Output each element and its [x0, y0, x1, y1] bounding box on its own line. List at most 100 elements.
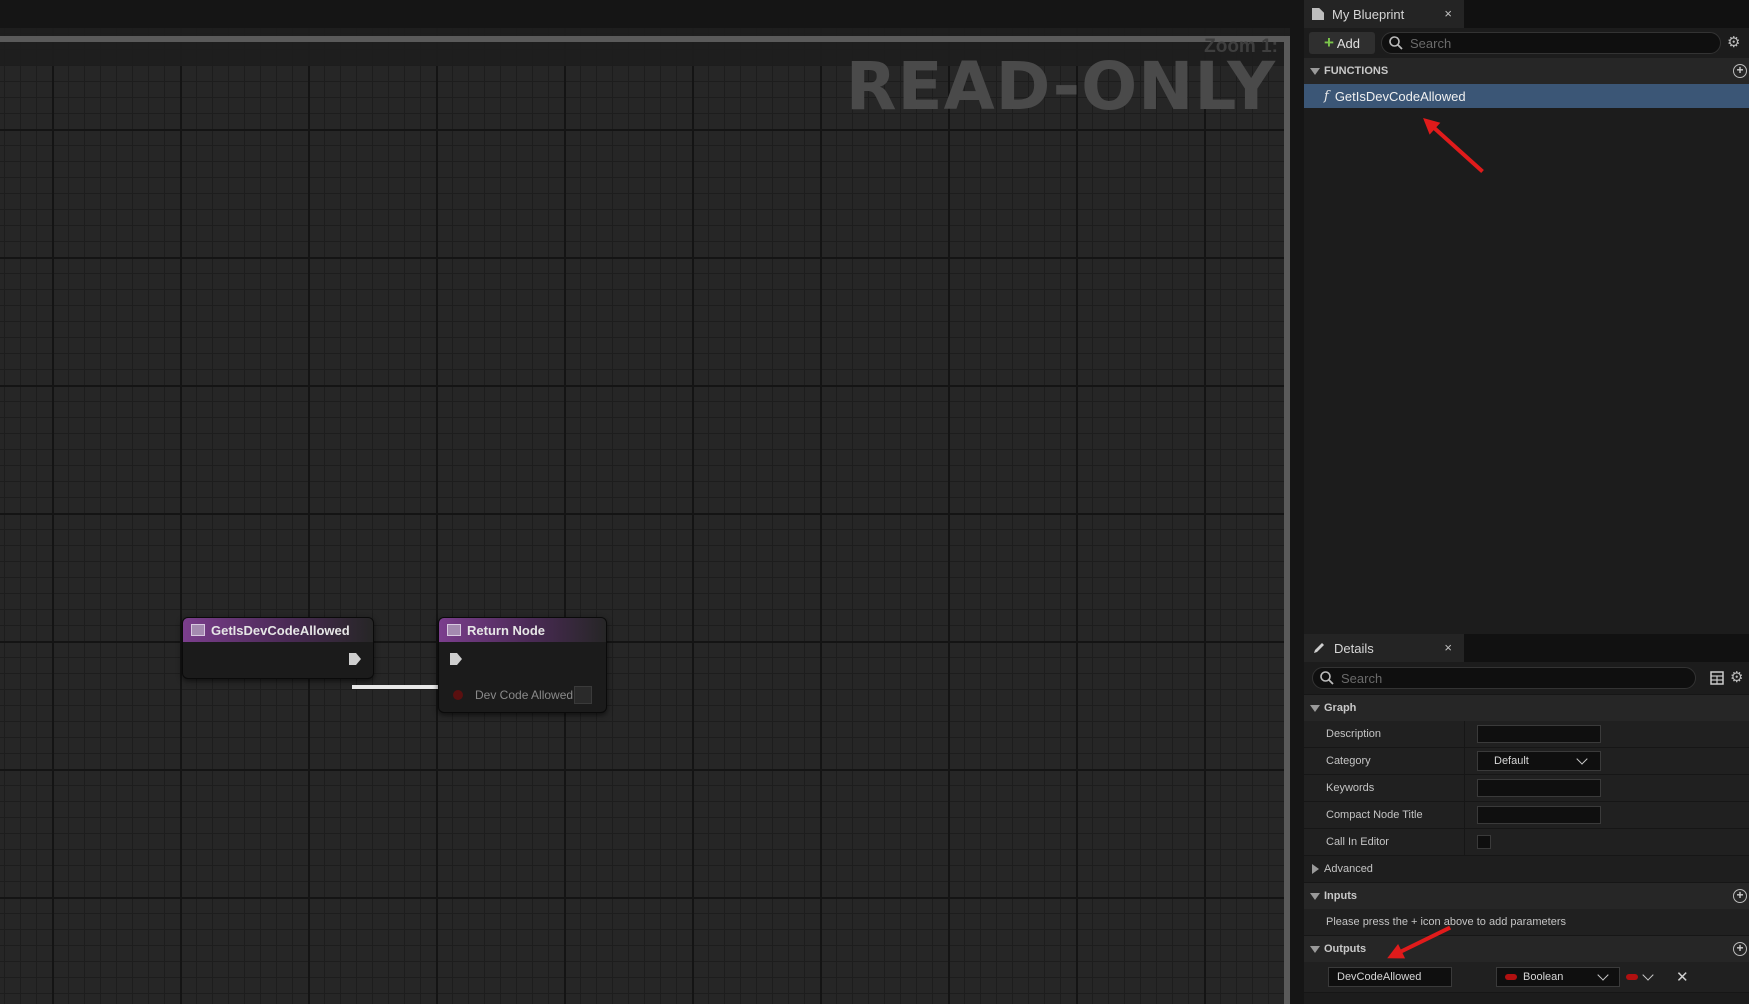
- add-button[interactable]: + Add: [1309, 32, 1375, 54]
- node-header: GetIsDevCodeAllowed: [183, 618, 373, 642]
- description-label: Description: [1326, 728, 1382, 740]
- divider: [1464, 748, 1465, 774]
- section-label: Outputs: [1324, 943, 1367, 955]
- chevron-down-icon: [1597, 969, 1609, 981]
- tab-details[interactable]: Details ×: [1304, 634, 1464, 662]
- chevron-down-icon: [1642, 969, 1654, 981]
- details-search[interactable]: [1312, 667, 1696, 689]
- collapse-caret-icon: [1310, 704, 1320, 712]
- close-icon[interactable]: ×: [1444, 6, 1452, 21]
- output-type-dropdown[interactable]: Boolean: [1496, 967, 1620, 987]
- collapse-caret-icon: [1310, 945, 1320, 953]
- search-input[interactable]: [1408, 34, 1720, 52]
- divider: [1464, 802, 1465, 828]
- boolean-pin-icon: [1505, 974, 1517, 980]
- divider: [1464, 829, 1465, 855]
- function-node-icon: [191, 624, 205, 636]
- my-blueprint-tabbar: My Blueprint ×: [1304, 0, 1749, 28]
- tab-my-blueprint[interactable]: My Blueprint ×: [1304, 0, 1464, 28]
- category-value: Default: [1494, 755, 1529, 767]
- my-blueprint-body: [1304, 108, 1749, 634]
- collapse-caret-icon: [1310, 892, 1320, 900]
- return-node[interactable]: Return Node Dev Code Allowed: [438, 617, 607, 713]
- boolean-pin-icon[interactable]: [453, 690, 463, 700]
- graph-editor[interactable]: Zoom 1: READ-ONLY GetIsDevCodeAllowed Re…: [0, 28, 1290, 1004]
- inputs-section-header[interactable]: Inputs +: [1304, 883, 1749, 909]
- function-icon: f: [1324, 88, 1329, 104]
- call-in-editor-row: Call In Editor: [1304, 829, 1749, 856]
- output-name-field[interactable]: DevCodeAllowed: [1328, 967, 1452, 987]
- collapse-caret-icon: [1310, 67, 1320, 75]
- plus-icon: +: [1323, 33, 1334, 52]
- functions-section-header[interactable]: FUNCTIONS +: [1304, 58, 1749, 84]
- expand-caret-icon: [1312, 864, 1319, 874]
- add-output-icon[interactable]: +: [1733, 942, 1747, 956]
- my-blueprint-search[interactable]: [1381, 32, 1721, 54]
- right-panel: My Blueprint × + Add ⚙ FUNCTIONS + f Get…: [1304, 0, 1749, 1004]
- graph-border-top: [0, 36, 1290, 42]
- compact-node-title-row: Compact Node Title: [1304, 802, 1749, 829]
- description-field[interactable]: [1477, 725, 1601, 743]
- output-name: DevCodeAllowed: [1337, 971, 1422, 983]
- function-item-getisdevcodeallowed[interactable]: f GetIsDevCodeAllowed: [1304, 84, 1749, 108]
- blueprint-icon: [1312, 8, 1324, 20]
- single-pin-icon: [1626, 974, 1638, 980]
- search-icon: [1320, 671, 1334, 685]
- gear-icon[interactable]: ⚙: [1730, 670, 1746, 686]
- functions-header-label: FUNCTIONS: [1324, 65, 1389, 77]
- advanced-row[interactable]: Advanced: [1304, 856, 1749, 883]
- add-button-label: Add: [1336, 35, 1361, 51]
- exec-in-pin-icon[interactable]: [449, 652, 463, 666]
- pin-default-checkbox[interactable]: [574, 686, 592, 704]
- section-label: Inputs: [1324, 890, 1357, 902]
- graph-section-header[interactable]: Graph: [1304, 694, 1749, 721]
- keywords-row: Keywords: [1304, 775, 1749, 802]
- gear-icon[interactable]: ⚙: [1727, 35, 1743, 51]
- my-blueprint-toolbar: + Add ⚙: [1304, 28, 1749, 58]
- node-header: Return Node: [439, 618, 606, 642]
- remove-output-icon[interactable]: ✕: [1676, 968, 1689, 986]
- description-row: Description: [1304, 721, 1749, 748]
- tab-label: My Blueprint: [1332, 6, 1405, 22]
- tab-label: Details: [1334, 640, 1374, 656]
- node-title: Return Node: [467, 622, 545, 638]
- search-icon: [1389, 36, 1403, 50]
- category-row: Category Default: [1304, 748, 1749, 775]
- compact-node-title-field[interactable]: [1477, 806, 1601, 824]
- details-toolbar: ⚙: [1304, 662, 1749, 694]
- section-label: Graph: [1324, 702, 1357, 714]
- exec-wire: [352, 685, 448, 689]
- function-node-icon: [447, 624, 461, 636]
- inputs-hint: Please press the + icon above to add par…: [1326, 916, 1567, 928]
- divider: [1464, 775, 1465, 801]
- advanced-label: Advanced: [1324, 863, 1373, 875]
- container-type-dropdown[interactable]: [1626, 969, 1654, 981]
- divider: [1464, 721, 1465, 747]
- readonly-watermark: READ-ONLY: [845, 48, 1276, 125]
- category-dropdown[interactable]: Default: [1477, 751, 1601, 771]
- category-label: Category: [1326, 755, 1371, 767]
- node-title: GetIsDevCodeAllowed: [211, 622, 350, 638]
- pin-label: Dev Code Allowed: [475, 688, 574, 702]
- chevron-down-icon: [1576, 753, 1588, 765]
- add-function-icon[interactable]: +: [1733, 64, 1747, 78]
- inputs-hint-row: Please press the + icon above to add par…: [1304, 909, 1749, 936]
- keywords-label: Keywords: [1326, 782, 1375, 794]
- search-input[interactable]: [1339, 669, 1695, 687]
- keywords-field[interactable]: [1477, 779, 1601, 797]
- table-view-icon[interactable]: [1710, 671, 1724, 685]
- function-item-label: GetIsDevCodeAllowed: [1334, 88, 1466, 104]
- call-in-editor-label: Call In Editor: [1326, 836, 1389, 848]
- close-icon[interactable]: ×: [1444, 640, 1452, 655]
- outputs-section-header[interactable]: Outputs +: [1304, 936, 1749, 962]
- function-entry-node[interactable]: GetIsDevCodeAllowed: [182, 617, 374, 679]
- compact-node-title-label: Compact Node Title: [1326, 809, 1423, 821]
- pencil-icon: [1314, 643, 1324, 653]
- add-input-icon[interactable]: +: [1733, 889, 1747, 903]
- output-param-row: DevCodeAllowed Boolean ✕: [1304, 962, 1749, 993]
- call-in-editor-checkbox[interactable]: [1477, 835, 1491, 849]
- output-type: Boolean: [1523, 971, 1564, 983]
- details-tabbar: Details ×: [1304, 634, 1749, 662]
- graph-border-right: [1284, 36, 1290, 1004]
- exec-out-pin-icon[interactable]: [348, 652, 362, 666]
